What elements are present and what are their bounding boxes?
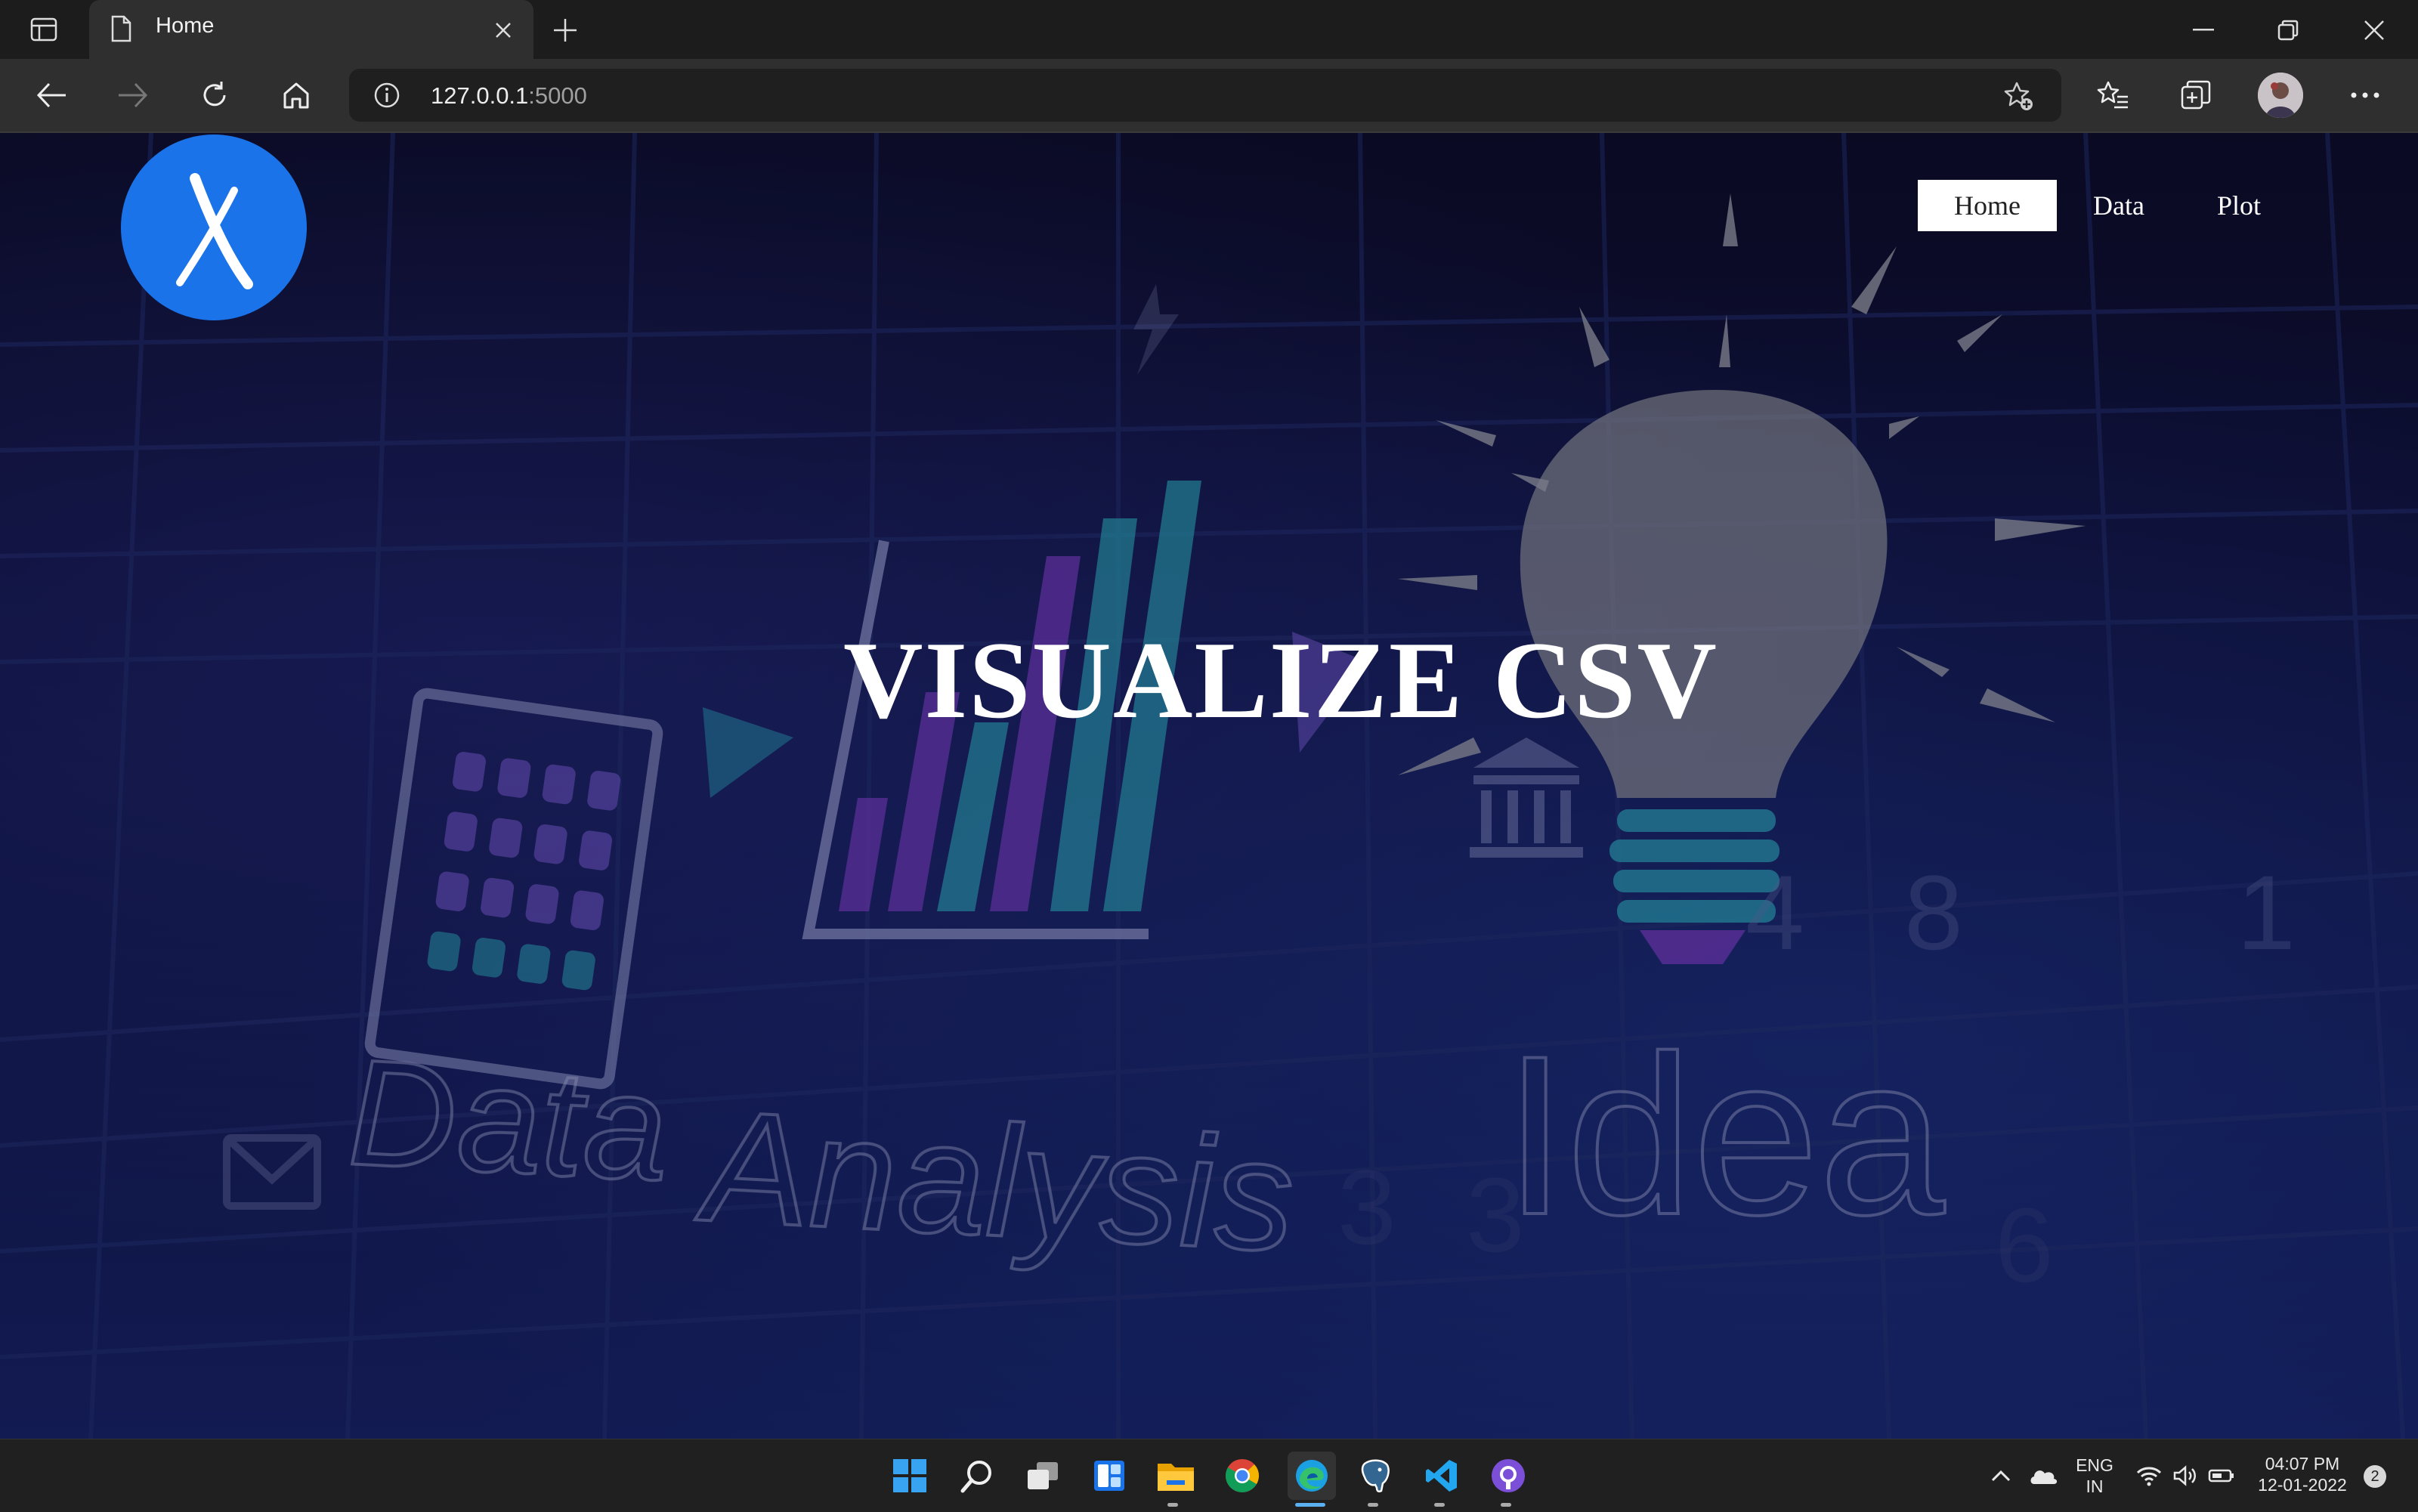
running-indicator	[1434, 1503, 1445, 1507]
task-view-icon[interactable]	[1022, 1455, 1064, 1497]
browser-tab-bar: Home	[0, 0, 2418, 59]
hero-title: VISUALIZE CSV	[843, 619, 1718, 741]
browser-toolbar: 127.0.0.1:5000	[0, 59, 2418, 133]
tab-actions-icon[interactable]	[27, 15, 60, 44]
clock-time: 04:07 PM	[2265, 1454, 2340, 1473]
active-indicator	[1295, 1503, 1325, 1507]
volume-icon[interactable]	[2170, 1455, 2200, 1497]
language-code: ENG	[2076, 1455, 2113, 1475]
onedrive-icon[interactable]	[2027, 1455, 2060, 1497]
vscode-icon[interactable]	[1421, 1455, 1463, 1497]
start-icon[interactable]	[889, 1455, 931, 1497]
collections-icon[interactable]	[2178, 77, 2214, 113]
nav-home[interactable]: Home	[1918, 180, 2057, 231]
chevron-up-icon[interactable]	[1986, 1455, 2016, 1497]
site-info-icon[interactable]	[372, 80, 402, 110]
battery-icon[interactable]	[2206, 1455, 2237, 1497]
tab-title: Home	[156, 14, 215, 38]
new-tab-icon[interactable]	[549, 14, 582, 47]
webpage-content: 4 8 1 3 3 6 Data Analysis Idea Home Data…	[0, 133, 2418, 1439]
more-options-icon[interactable]	[2347, 77, 2383, 113]
language-indicator[interactable]: ENG IN	[2073, 1455, 2116, 1497]
widgets-icon[interactable]	[1088, 1455, 1130, 1497]
minimize-icon[interactable]	[2188, 15, 2219, 45]
background-illustration: 4 8 1 3 3 6 Data Analysis Idea	[0, 133, 2418, 1439]
url-text[interactable]: 127.0.0.1:5000	[431, 82, 587, 110]
running-indicator	[1368, 1503, 1378, 1507]
address-bar[interactable]: 127.0.0.1:5000	[349, 69, 2061, 122]
running-indicator	[1167, 1503, 1178, 1507]
forward-icon[interactable]	[115, 77, 151, 113]
github-desktop-icon[interactable]	[1487, 1455, 1529, 1497]
nav-data[interactable]: Data	[2057, 180, 2181, 231]
profile-avatar[interactable]	[2258, 73, 2303, 118]
clock[interactable]: 04:07 PM 12-01-2022	[2252, 1453, 2353, 1495]
refresh-icon[interactable]	[196, 77, 233, 113]
back-icon[interactable]	[33, 77, 70, 113]
chrome-icon[interactable]	[1221, 1455, 1263, 1497]
notification-badge[interactable]: 2	[2364, 1465, 2386, 1488]
running-indicator	[1501, 1503, 1511, 1507]
close-window-icon[interactable]	[2359, 15, 2389, 45]
x-logo-icon	[176, 173, 253, 289]
edge-icon[interactable]	[1288, 1452, 1336, 1500]
postgresql-icon[interactable]	[1354, 1455, 1396, 1497]
page-icon	[107, 14, 135, 44]
favorites-icon[interactable]	[2095, 77, 2131, 113]
close-tab-icon[interactable]	[490, 17, 517, 44]
site-logo[interactable]	[121, 135, 307, 320]
windows-taskbar: ENG IN 04:07 PM 12-01-2022 2	[0, 1439, 2418, 1512]
region-code: IN	[2086, 1476, 2104, 1496]
home-icon[interactable]	[278, 77, 314, 113]
clock-date: 12-01-2022	[2258, 1475, 2347, 1495]
add-favorite-icon[interactable]	[2002, 80, 2036, 113]
restore-icon[interactable]	[2273, 15, 2303, 45]
file-explorer-icon[interactable]	[1155, 1455, 1197, 1497]
search-icon[interactable]	[955, 1455, 997, 1497]
main-nav: Home Data Plot	[1918, 180, 2297, 231]
wifi-icon[interactable]	[2134, 1455, 2164, 1497]
nav-plot[interactable]: Plot	[2181, 180, 2297, 231]
